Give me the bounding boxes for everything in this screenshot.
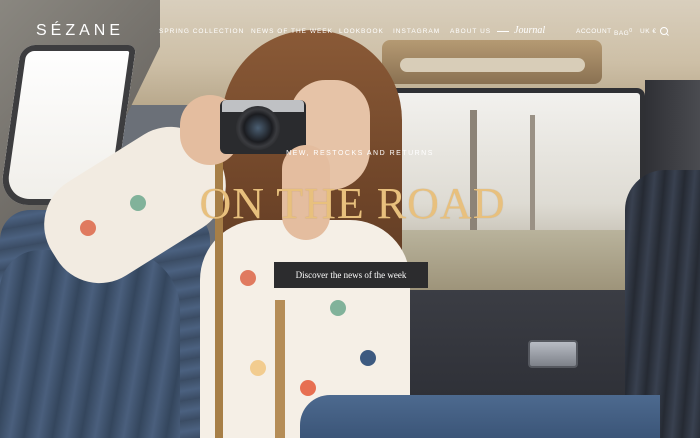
- bag-link[interactable]: BAG0: [614, 28, 633, 37]
- hero-kicker: NEW, RESTOCKS AND RETURNS: [286, 150, 434, 157]
- camera-strap: [275, 300, 285, 438]
- bag-label: BAG: [614, 30, 630, 38]
- discover-news-button[interactable]: Discover the news of the week: [274, 262, 428, 288]
- camera-lens: [236, 106, 280, 150]
- brand-logo[interactable]: SÉZANE: [36, 22, 124, 40]
- car-door-handle: [528, 340, 578, 368]
- blouse-flower: [300, 380, 316, 396]
- nav-item-about-us[interactable]: ABOUT US: [450, 28, 491, 35]
- nav-item-instagram[interactable]: INSTAGRAM: [393, 28, 440, 35]
- blouse-flower: [330, 300, 346, 316]
- top-navigation: SÉZANE SPRING COLLECTION NEWS OF THE WEE…: [0, 0, 700, 62]
- account-link[interactable]: ACCOUNT: [576, 28, 612, 35]
- locale-selector[interactable]: UK €: [640, 28, 656, 35]
- blouse-flower: [250, 360, 266, 376]
- bag-count: 0: [629, 28, 633, 34]
- search-icon[interactable]: [660, 27, 668, 35]
- blouse-flower: [360, 350, 376, 366]
- blouse-flower: [130, 195, 146, 211]
- journal-divider: [497, 31, 509, 32]
- blouse-flower: [80, 220, 96, 236]
- nav-item-journal[interactable]: Journal: [514, 25, 545, 36]
- woman-jeans: [300, 395, 660, 438]
- nav-item-lookbook[interactable]: LOOKBOOK: [339, 28, 384, 35]
- blouse-flower: [240, 270, 256, 286]
- hero-headline: ON THE ROAD: [199, 179, 506, 228]
- nav-item-news-of-the-week[interactable]: NEWS OF THE WEEK: [251, 28, 333, 35]
- nav-item-spring-collection[interactable]: SPRING COLLECTION: [159, 28, 244, 35]
